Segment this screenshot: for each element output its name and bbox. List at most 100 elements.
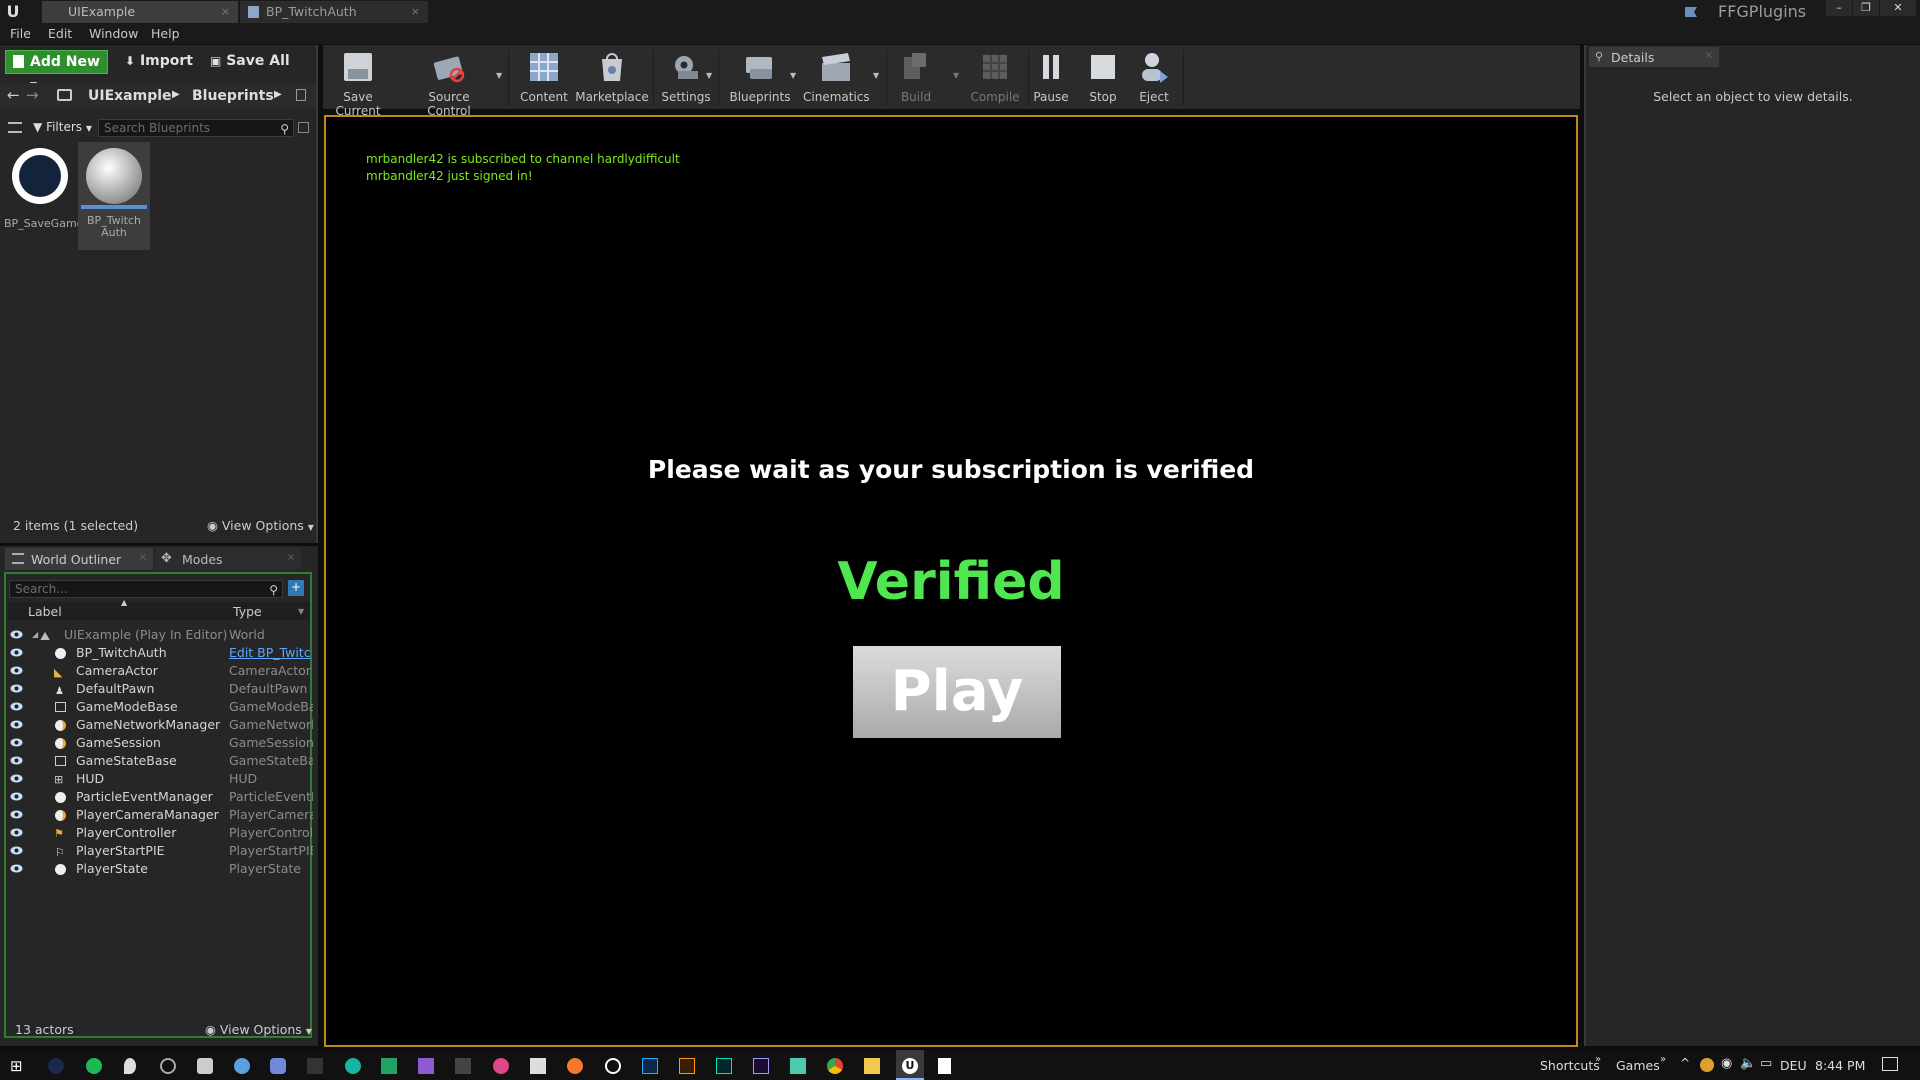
app-icon[interactable] [455,1058,471,1074]
add-new-button[interactable]: Add New ▼ [5,50,108,91]
fuse-icon[interactable] [679,1058,695,1074]
table-row[interactable]: BP_TwitchAuth Edit BP_Twitc [8,644,313,662]
app-icon[interactable] [48,1058,64,1074]
source-control-button[interactable]: Source Control [409,45,489,118]
vscode-icon[interactable] [381,1058,397,1074]
table-row[interactable]: GameStateBase GameStateBas [8,752,313,770]
chrome-icon[interactable] [827,1058,843,1074]
app-icon[interactable] [160,1058,176,1074]
save-all-button[interactable]: ▣ Save All [210,53,290,69]
table-row[interactable]: PlayerCameraManager PlayerCameraM [8,806,313,824]
file-explorer-icon[interactable] [864,1058,880,1074]
photoshop-icon[interactable] [642,1058,658,1074]
eye-icon[interactable] [10,864,23,873]
monitor-icon[interactable]: ▭ [1760,1056,1772,1071]
breadcrumb-uiexample[interactable]: UIExample [88,88,172,104]
spotify-icon[interactable] [86,1058,102,1074]
pause-button[interactable]: Pause [1033,45,1069,104]
forward-arrow-icon[interactable]: → [26,86,39,104]
close-icon[interactable]: × [1705,50,1713,61]
chevron-down-icon[interactable]: ▼ [496,71,502,80]
folder-icon[interactable] [57,89,72,101]
close-icon[interactable]: × [139,552,147,563]
search-icon[interactable]: ⚲ [280,121,289,137]
search-blueprints-input[interactable]: Search Blueprints ⚲ [98,119,294,137]
eye-icon[interactable] [10,684,23,693]
asset-bp-twitchauth[interactable]: BP_Twitch Auth [78,142,150,250]
app-icon[interactable] [234,1058,250,1074]
menu-file[interactable]: File [10,24,31,44]
eye-icon[interactable] [10,846,23,855]
maps-icon[interactable] [124,1058,136,1074]
close-window-icon[interactable]: ✕ [1880,0,1916,16]
table-row[interactable]: GameSession GameSession [8,734,313,752]
game-viewport[interactable]: mrbandler42 is subscribed to channel har… [324,115,1578,1047]
stop-button[interactable]: Stop [1085,45,1121,104]
notifications-icon[interactable] [1882,1057,1898,1071]
close-icon[interactable]: × [287,552,295,563]
steam-icon[interactable] [197,1058,213,1074]
unreal-logo-icon[interactable]: U [3,2,23,22]
network-icon[interactable]: ◉ [1721,1056,1732,1071]
clock[interactable]: 8:44 PM [1815,1058,1865,1073]
chevron-down-icon[interactable]: ▼ [790,71,796,80]
blueprints-button[interactable]: Blueprints [725,45,795,104]
chevron-right-icon[interactable]: » [1660,1054,1666,1065]
chevron-right-icon[interactable]: » [1595,1054,1601,1065]
asset-bp-savegame[interactable]: BP_SaveGame [4,143,83,230]
app-icon[interactable] [493,1058,509,1074]
table-row[interactable]: GameModeBase GameModeBas [8,698,313,716]
blender-icon[interactable] [567,1058,583,1074]
add-filter-icon[interactable]: + [288,580,304,596]
view-options-button[interactable]: ◉ View Options ▼ [205,1022,312,1037]
table-row[interactable]: ⚐ PlayerStartPIE PlayerStartPIE [8,842,313,860]
visual-studio-icon[interactable] [418,1058,434,1074]
eye-icon[interactable] [10,648,23,657]
menu-help[interactable]: Help [151,24,180,44]
app-icon[interactable] [345,1058,361,1074]
eye-icon[interactable] [10,738,23,747]
discord-icon[interactable] [270,1058,286,1074]
chevron-down-icon[interactable]: ▼ [298,607,304,616]
audition-icon[interactable] [716,1058,732,1074]
eye-icon[interactable] [10,630,23,639]
close-icon[interactable]: × [221,1,230,23]
tab-details[interactable]: ⚲ Details × [1589,47,1719,67]
view-options-button[interactable]: ◉ View Options ▼ [207,518,314,533]
eye-icon[interactable] [10,666,23,675]
source-control-status-icon[interactable] [1682,3,1700,21]
import-button[interactable]: ⬇ Import [125,53,193,69]
chevron-down-icon[interactable]: ▼ [953,71,959,80]
content-button[interactable]: Content [516,45,572,104]
tray-app-icon[interactable] [1700,1058,1714,1072]
volume-icon[interactable]: 🔈 [1740,1056,1756,1071]
games-toolbar[interactable]: Games [1616,1058,1660,1073]
compile-button[interactable]: Compile [967,45,1023,104]
eye-icon[interactable] [10,756,23,765]
save-search-icon[interactable] [298,122,309,133]
app-icon[interactable] [790,1058,806,1074]
tab-bp-twitchauth[interactable]: BP_TwitchAuth × [240,1,428,23]
minimize-icon[interactable]: – [1826,0,1852,16]
edit-blueprint-link[interactable]: Edit BP_Twitc [229,644,313,662]
tab-world-outliner[interactable]: World Outliner × [5,548,153,570]
chevron-up-icon[interactable]: ^ [1680,1056,1690,1070]
eye-icon[interactable] [10,702,23,711]
eject-button[interactable]: Eject [1136,45,1172,104]
expand-arrow-icon[interactable]: ◢ [32,626,38,644]
table-row[interactable]: ♟ DefaultPawn DefaultPawn [8,680,310,698]
marketplace-button[interactable]: Marketplace [575,45,649,104]
eye-icon[interactable] [10,810,23,819]
table-row[interactable]: ⚑ PlayerController PlayerControlle [8,824,313,842]
eye-icon[interactable] [10,774,23,783]
breadcrumb-arrow-icon[interactable]: ▶ [274,89,282,100]
unreal-engine-icon[interactable]: U [902,1058,918,1074]
filters-dropdown[interactable]: ▼ Filters ▼ [33,120,92,134]
table-row[interactable]: PlayerState PlayerState [8,860,310,878]
outliner-search-input[interactable]: Search... ⚲ [9,580,283,598]
menu-edit[interactable]: Edit [48,24,72,44]
app-icon[interactable] [605,1058,621,1074]
cinematics-button[interactable]: Cinematics [803,45,870,104]
maximize-icon[interactable]: ❐ [1853,0,1879,16]
eye-icon[interactable] [10,792,23,801]
